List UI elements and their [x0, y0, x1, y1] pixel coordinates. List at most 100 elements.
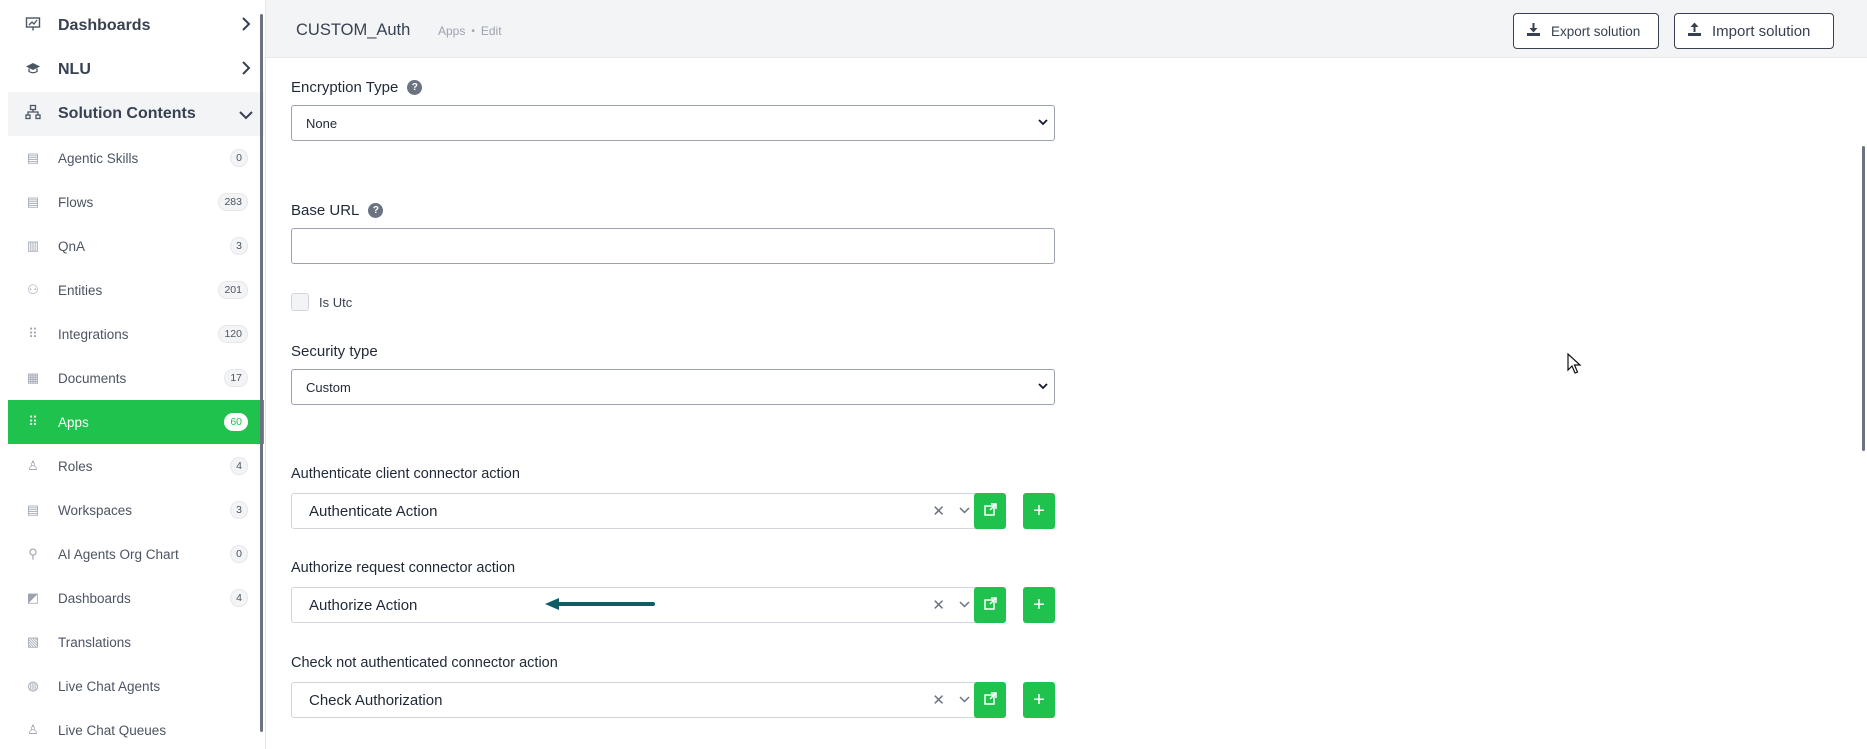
is-utc-checkbox[interactable] [291, 293, 309, 311]
chart-presentation-icon [22, 16, 44, 36]
count-badge: 4 [230, 457, 248, 475]
base-url-label-text: Base URL [291, 202, 360, 219]
chevron-down-icon[interactable] [959, 596, 970, 611]
headset-icon: ◍ [27, 678, 39, 693]
clear-icon[interactable]: ✕ [932, 596, 945, 614]
sidebar-item-roles[interactable]: ♙ Roles 4 [8, 444, 264, 488]
count-badge: 201 [218, 281, 248, 299]
graduation-cap-icon [22, 61, 44, 79]
import-solution-button[interactable]: Import solution [1674, 13, 1834, 49]
sidebar-item-label: Flows [58, 194, 94, 210]
count-badge: 0 [230, 149, 248, 167]
breadcrumb-apps[interactable]: Apps [438, 24, 465, 38]
sidebar-item-label: QnA [58, 238, 86, 254]
user-icon: ♙ [27, 458, 39, 473]
count-badge: 3 [230, 501, 248, 519]
add-action-button[interactable]: + [1023, 493, 1055, 529]
plus-icon: + [1033, 499, 1045, 522]
sidebar-item-dashboards-top[interactable]: Dashboards [8, 4, 264, 48]
sidebar-item-nlu[interactable]: NLU [8, 48, 264, 92]
sidebar-item-label: Integrations [58, 326, 129, 342]
chevron-down-icon [1038, 115, 1048, 129]
breadcrumb-separator: • [471, 25, 475, 37]
authenticate-action-value: Authenticate Action [309, 502, 438, 520]
sidebar-item-flows[interactable]: ▤ Flows 283 [8, 180, 264, 224]
sidebar-top-label: Dashboards [58, 17, 151, 34]
chevron-right-icon[interactable] [234, 16, 258, 37]
upload-icon [1687, 22, 1702, 40]
list-icon: ▤ [26, 194, 40, 209]
help-icon[interactable]: ? [368, 203, 384, 218]
app-root: Dashboards NLU Solution Contents ▤ Agent… [0, 0, 1867, 749]
authorize-action-value: Authorize Action [309, 596, 418, 614]
encryption-type-label-text: Encryption Type [291, 79, 399, 96]
count-badge: 60 [224, 413, 248, 431]
export-solution-label: Export solution [1551, 23, 1641, 39]
count-badge: 17 [224, 369, 248, 387]
check-not-authenticated-combobox[interactable]: Check Authorization ✕ [291, 682, 984, 718]
count-badge: 3 [230, 237, 248, 255]
sidebar-item-workspaces[interactable]: ▤ Workspaces 3 [8, 488, 264, 532]
count-badge: 283 [218, 193, 248, 211]
add-action-button[interactable]: + [1023, 587, 1055, 623]
sidebar-top-label: Solution Contents [58, 105, 196, 122]
help-icon[interactable]: ? [407, 80, 423, 95]
sidebar-item-label: Entities [58, 282, 103, 298]
chevron-down-icon [1038, 379, 1048, 393]
mouse-cursor-icon [1567, 353, 1582, 374]
sidebar-item-live-chat-agents[interactable]: ◍ Live Chat Agents [8, 664, 264, 708]
export-solution-button[interactable]: Export solution [1513, 13, 1659, 49]
clear-icon[interactable]: ✕ [932, 502, 945, 520]
sidebar-item-ai-agents-org-chart[interactable]: ⚲ AI Agents Org Chart 0 [8, 532, 264, 576]
open-action-button[interactable] [974, 493, 1006, 529]
chevron-down-icon[interactable] [959, 691, 970, 706]
authenticate-action-combobox[interactable]: Authenticate Action ✕ [291, 493, 984, 529]
document-icon: ▦ [26, 370, 40, 385]
network-icon: ⚇ [27, 282, 39, 297]
chevron-right-icon[interactable] [234, 60, 258, 81]
sidebar-item-entities[interactable]: ⚇ Entities 201 [8, 268, 264, 312]
sidebar-item-agentic-skills[interactable]: ▤ Agentic Skills 0 [8, 136, 264, 180]
sidebar-item-label: AI Agents Org Chart [58, 546, 179, 562]
base-url-input[interactable] [291, 228, 1055, 264]
sidebar-item-documents[interactable]: ▦ Documents 17 [8, 356, 264, 400]
sidebar-item-label: Workspaces [58, 502, 133, 518]
sidebar-scrollbar[interactable] [260, 14, 263, 732]
authorize-action-label: Authorize request connector action [291, 560, 516, 576]
count-badge: 0 [230, 545, 248, 563]
list-icon: ▤ [26, 150, 40, 165]
sidebar-top-label: NLU [58, 61, 91, 78]
sidebar-item-apps[interactable]: ⠿ Apps 60 [8, 400, 264, 444]
security-type-select[interactable]: Custom [291, 369, 1055, 405]
chevron-down-icon[interactable] [959, 502, 970, 517]
add-action-button[interactable]: + [1023, 682, 1055, 718]
external-link-icon [983, 596, 997, 614]
sidebar-item-live-chat-queues[interactable]: ♙ Live Chat Queues [8, 708, 264, 749]
clear-icon[interactable]: ✕ [932, 691, 945, 709]
translate-icon: ▧ [26, 634, 40, 649]
check-not-authenticated-value: Check Authorization [309, 691, 443, 709]
plus-icon: + [1033, 593, 1045, 616]
sidebar-item-label: Translations [58, 634, 132, 650]
encryption-type-select[interactable]: None [291, 105, 1055, 141]
chart-icon: ◩ [26, 590, 40, 605]
security-type-value: Custom [306, 379, 351, 395]
main-scrollbar[interactable] [1862, 146, 1865, 451]
external-link-icon [983, 502, 997, 520]
sidebar: Dashboards NLU Solution Contents ▤ Agent… [0, 0, 266, 749]
org-chart-icon: ⚲ [28, 546, 38, 561]
is-utc-row: Is Utc [291, 293, 352, 311]
sidebar-item-translations[interactable]: ▧ Translations [8, 620, 264, 664]
sidebar-item-qna[interactable]: ▥ QnA 3 [8, 224, 264, 268]
open-action-button[interactable] [974, 587, 1006, 623]
chevron-down-icon[interactable] [234, 104, 258, 125]
base-url-label: Base URL ? [291, 202, 384, 219]
sidebar-item-integrations[interactable]: ⠿ Integrations 120 [8, 312, 264, 356]
sidebar-item-solution-contents[interactable]: Solution Contents [8, 92, 264, 136]
authenticate-action-label: Authenticate client connector action [291, 466, 520, 482]
list-icon: ▤ [26, 502, 40, 517]
sidebar-item-dashboards[interactable]: ◩ Dashboards 4 [8, 576, 264, 620]
open-action-button[interactable] [974, 682, 1006, 718]
app-edit-form: Encryption Type ? None Base URL ? Is Utc… [266, 58, 1867, 749]
download-icon [1526, 22, 1541, 40]
